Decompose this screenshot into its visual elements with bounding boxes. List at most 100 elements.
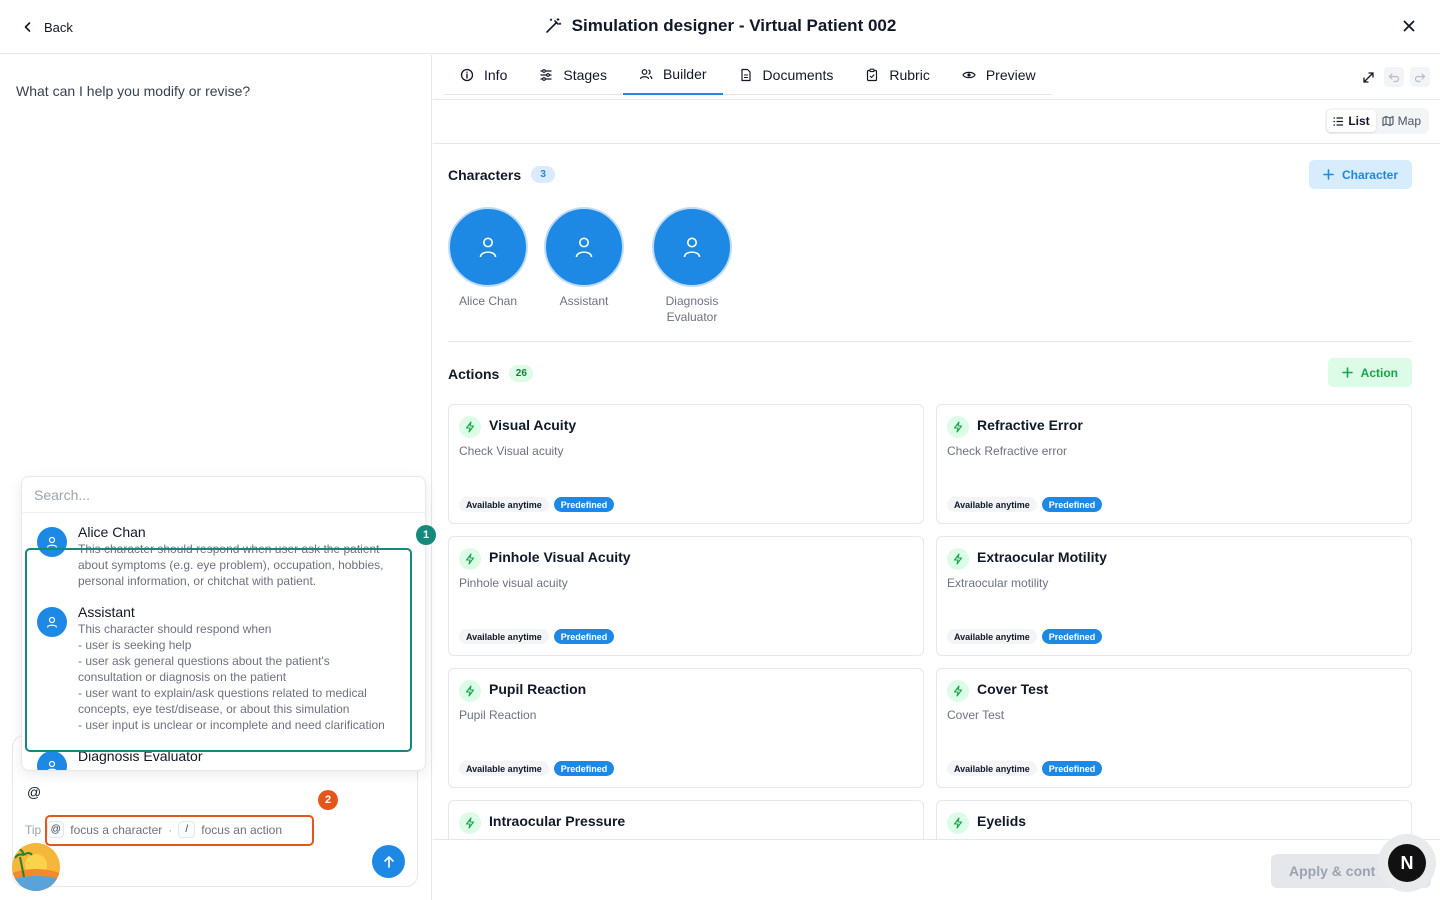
user-icon bbox=[683, 237, 701, 258]
action-title: Pinhole Visual Acuity bbox=[489, 549, 631, 565]
plus-icon bbox=[1341, 367, 1353, 378]
action-card-intraocular-pressure[interactable]: Intraocular Pressure bbox=[448, 800, 924, 839]
add-character-label: Character bbox=[1341, 167, 1398, 182]
chat-input-value[interactable]: @ bbox=[27, 784, 41, 800]
action-description: Check Refractive error bbox=[947, 444, 1068, 458]
action-tags: Available anytime Predefined bbox=[459, 497, 615, 512]
action-card-eyelids[interactable]: Eyelids bbox=[936, 800, 1412, 839]
footer-bar: Apply & cont bbox=[433, 839, 1440, 900]
page-title-text: Simulation designer - Virtual Patient 00… bbox=[571, 16, 897, 35]
assistant-badge[interactable]: N bbox=[1378, 834, 1436, 892]
annotation-badge-2: 2 bbox=[318, 790, 338, 810]
user-icon bbox=[37, 607, 67, 637]
tag-available: Available anytime bbox=[459, 761, 549, 776]
characters-count-badge: 3 bbox=[531, 166, 556, 183]
tag-predefined: Predefined bbox=[553, 629, 615, 644]
tab-info[interactable]: Info bbox=[444, 55, 523, 95]
add-character-button[interactable]: Character bbox=[1308, 160, 1412, 189]
tag-available: Available anytime bbox=[459, 497, 549, 512]
action-title: Visual Acuity bbox=[489, 417, 577, 433]
tag-predefined: Predefined bbox=[1041, 497, 1103, 512]
mention-name: Assistant bbox=[78, 604, 135, 620]
character-avatar bbox=[448, 207, 528, 287]
add-action-button[interactable]: Action bbox=[1327, 358, 1412, 387]
view-list-button[interactable]: List bbox=[1327, 110, 1376, 132]
list-icon bbox=[1333, 116, 1344, 126]
lightning-icon bbox=[459, 416, 481, 438]
mention-search-input[interactable] bbox=[22, 477, 425, 513]
top-bar: Back Simulation designer - Virtual Patie… bbox=[0, 0, 1440, 54]
character-card-diagnosis-evaluator[interactable]: Diagnosis Evaluator bbox=[637, 207, 747, 325]
character-name: Alice Chan bbox=[458, 294, 518, 308]
tab-tools bbox=[1358, 67, 1430, 87]
clipboard-icon bbox=[867, 68, 878, 82]
close-button[interactable] bbox=[1398, 15, 1420, 37]
info-icon bbox=[460, 68, 474, 82]
mention-name: Diagnosis Evaluator bbox=[78, 748, 203, 764]
action-description: Check Visual acuity bbox=[459, 444, 564, 458]
redo-icon bbox=[1414, 73, 1426, 83]
character-card-alice-chan[interactable]: Alice Chan bbox=[433, 207, 543, 309]
magic-wand-icon bbox=[545, 17, 561, 33]
stages-icon bbox=[540, 69, 553, 81]
action-card-visual-acuity[interactable]: Visual Acuity Check Visual acuity Availa… bbox=[448, 404, 924, 524]
user-avatar[interactable] bbox=[12, 843, 60, 891]
action-card-extraocular-motility[interactable]: Extraocular Motility Extraocular motilit… bbox=[936, 536, 1412, 656]
close-icon bbox=[1403, 20, 1415, 32]
tag-available: Available anytime bbox=[947, 497, 1037, 512]
characters-title: Characters bbox=[448, 166, 522, 183]
mention-description: This character should respond when user … bbox=[78, 542, 384, 588]
mention-item-assistant[interactable]: Assistant This character should respond … bbox=[22, 603, 425, 733]
lightning-icon bbox=[459, 812, 481, 834]
mention-menu: Alice Chan This character should respond… bbox=[21, 476, 426, 771]
tab-label: Builder bbox=[662, 66, 707, 82]
action-card-refractive-error[interactable]: Refractive Error Check Refractive error … bbox=[936, 404, 1412, 524]
n-logo-icon: N bbox=[1388, 844, 1426, 882]
expand-button[interactable] bbox=[1358, 67, 1378, 87]
user-icon bbox=[575, 237, 593, 258]
tip-row: Tip @ focus a character · / focus an act… bbox=[25, 821, 282, 838]
redo-button[interactable] bbox=[1410, 67, 1430, 87]
arrow-up-icon bbox=[383, 855, 394, 868]
tag-available: Available anytime bbox=[459, 629, 549, 644]
tip-character-text: focus a character bbox=[70, 822, 163, 837]
page-title: Simulation designer - Virtual Patient 00… bbox=[0, 16, 1440, 36]
action-card-pupil-reaction[interactable]: Pupil Reaction Pupil Reaction Available … bbox=[448, 668, 924, 788]
tab-rubric[interactable]: Rubric bbox=[849, 55, 945, 95]
action-title: Refractive Error bbox=[977, 417, 1083, 433]
tabs: Info Stages Builder Documents Rubric Pre… bbox=[444, 55, 1052, 95]
mention-item-alice-chan[interactable]: Alice Chan This character should respond… bbox=[22, 523, 425, 589]
tab-label: Documents bbox=[762, 67, 834, 83]
action-card-pinhole-visual-acuity[interactable]: Pinhole Visual Acuity Pinhole visual acu… bbox=[448, 536, 924, 656]
character-avatar bbox=[652, 207, 732, 287]
view-list-label: List bbox=[1348, 114, 1370, 128]
mention-item-diagnosis-evaluator[interactable]: Diagnosis Evaluator bbox=[22, 747, 425, 770]
map-icon bbox=[1382, 115, 1394, 127]
tab-documents[interactable]: Documents bbox=[723, 55, 850, 95]
tip-separator: · bbox=[168, 822, 173, 837]
mention-description: This character should respond when - use… bbox=[78, 622, 385, 732]
tab-builder[interactable]: Builder bbox=[622, 55, 723, 95]
lightning-icon bbox=[459, 680, 481, 702]
actions-count-badge: 26 bbox=[509, 365, 534, 382]
user-icon bbox=[37, 527, 67, 557]
tag-predefined: Predefined bbox=[553, 761, 615, 776]
tab-stages[interactable]: Stages bbox=[523, 55, 623, 95]
tab-label: Rubric bbox=[889, 67, 930, 83]
view-map-button[interactable]: Map bbox=[1376, 110, 1427, 132]
action-card-cover-test[interactable]: Cover Test Cover Test Available anytime … bbox=[936, 668, 1412, 788]
chat-panel: What can I help you modify or revise? @ … bbox=[0, 55, 432, 900]
tip-action-text: focus an action bbox=[201, 822, 282, 837]
tip-label: Tip bbox=[25, 822, 42, 837]
assistant-prompt: What can I help you modify or revise? bbox=[16, 83, 251, 99]
lightning-icon bbox=[947, 812, 969, 834]
add-action-label: Action bbox=[1360, 365, 1398, 380]
tab-preview[interactable]: Preview bbox=[946, 55, 1052, 95]
send-button[interactable] bbox=[372, 845, 405, 878]
undo-button[interactable] bbox=[1384, 67, 1404, 87]
action-tags: Available anytime Predefined bbox=[459, 629, 615, 644]
action-description: Cover Test bbox=[947, 708, 1005, 722]
expand-icon bbox=[1362, 71, 1374, 83]
action-tags: Available anytime Predefined bbox=[947, 629, 1103, 644]
character-card-assistant[interactable]: Assistant bbox=[529, 207, 639, 309]
